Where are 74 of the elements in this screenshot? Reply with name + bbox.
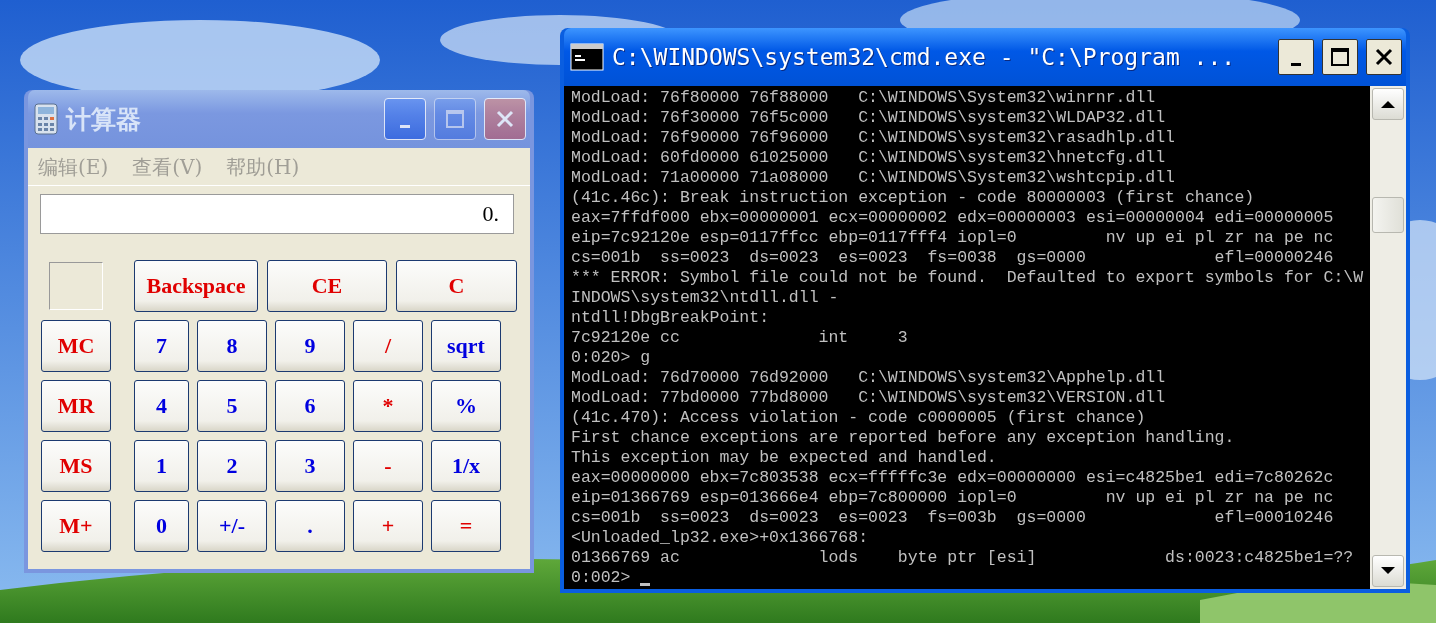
console-icon bbox=[570, 43, 604, 71]
minimize-icon bbox=[400, 124, 410, 128]
console-line: First chance exceptions are reported before any exception handling. bbox=[571, 428, 1235, 448]
window-title: 计算器 bbox=[66, 103, 142, 136]
up-arrow-icon bbox=[1380, 99, 1396, 109]
calculator-key[interactable]: 6 bbox=[275, 380, 345, 432]
console-line: ModLoad: 76f80000 76f88000 C:\WINDOWS\System32\winrnr.dll bbox=[571, 88, 1156, 108]
calculator-key[interactable]: 2 bbox=[197, 440, 267, 492]
down-arrow-icon bbox=[1380, 566, 1396, 576]
console-line: ModLoad: 76d70000 76d92000 C:\WINDOWS\system32\Apphelp.dll bbox=[571, 368, 1166, 388]
calculator-key[interactable]: 0 bbox=[134, 500, 189, 552]
calculator-key[interactable]: MC bbox=[41, 320, 111, 372]
close-icon bbox=[495, 109, 515, 129]
console-line: 7c92120e cc int 3 bbox=[571, 328, 908, 348]
scroll-up-button[interactable] bbox=[1372, 88, 1404, 120]
calculator-key[interactable]: sqrt bbox=[431, 320, 501, 372]
console-line: 0:002> bbox=[571, 568, 631, 588]
minimize-button[interactable] bbox=[1278, 39, 1314, 75]
calculator-key[interactable]: MS bbox=[41, 440, 111, 492]
calculator-key[interactable]: 4 bbox=[134, 380, 189, 432]
maximize-icon bbox=[1330, 47, 1350, 67]
calculator-key[interactable]: 5 bbox=[197, 380, 267, 432]
window-title: C:\WINDOWS\system32\cmd.exe - "C:\Program ... bbox=[612, 44, 1237, 70]
calculator-key[interactable]: * bbox=[353, 380, 423, 432]
calculator-key[interactable]: = bbox=[431, 500, 501, 552]
scroll-down-button[interactable] bbox=[1372, 555, 1404, 587]
calculator-key[interactable]: Backspace bbox=[134, 260, 258, 312]
console-line: INDOWS\system32\ntdll.dll - bbox=[571, 288, 839, 308]
calculator-key[interactable]: + bbox=[353, 500, 423, 552]
console-line: eax=7ffdf000 ebx=00000001 ecx=00000002 edx=00000003 esi=00000004 edi=00000005 bbox=[571, 208, 1334, 228]
console-line: ModLoad: 76f90000 76f96000 C:\WINDOWS\system32\rasadhlp.dll bbox=[571, 128, 1175, 148]
console-line: ModLoad: 76f30000 76f5c000 C:\WINDOWS\system32\WLDAP32.dll bbox=[571, 108, 1166, 128]
calculator-icon bbox=[34, 103, 58, 135]
console-line: 01366769 ac lods byte ptr [esi] ds:0023:c4825be1=?? bbox=[571, 548, 1354, 568]
console-line: ntdll!DbgBreakPoint: bbox=[571, 308, 770, 328]
console-line: This exception may be expected and handled. bbox=[571, 448, 997, 468]
calculator-key[interactable]: 1/x bbox=[431, 440, 501, 492]
console-line: cs=001b ss=0023 ds=0023 es=0023 fs=003b gs=0000 efl=00010246 bbox=[571, 508, 1334, 528]
calculator-key[interactable]: +/- bbox=[197, 500, 267, 552]
calculator-key[interactable]: 9 bbox=[275, 320, 345, 372]
console-line: 0:020> g bbox=[571, 348, 651, 368]
console-line: eip=01366769 esp=013666e4 ebp=7c800000 iopl=0 nv up ei pl zr na pe nc bbox=[571, 488, 1334, 508]
console-line: ModLoad: 71a00000 71a08000 C:\WINDOWS\System32\wshtcpip.dll bbox=[571, 168, 1175, 188]
calculator-key[interactable]: M+ bbox=[41, 500, 111, 552]
console-line: ModLoad: 77bd0000 77bd8000 C:\WINDOWS\system32\VERSION.dll bbox=[571, 388, 1166, 408]
console-line: *** ERROR: Symbol file could not be found. Defaulted to export symbols for C:\W bbox=[571, 268, 1364, 288]
memory-indicator bbox=[49, 262, 103, 310]
calculator-key[interactable]: 8 bbox=[197, 320, 267, 372]
console-line: cs=001b ss=0023 ds=0023 es=0023 fs=0038 gs=0000 efl=00000246 bbox=[571, 248, 1334, 268]
close-button[interactable] bbox=[1366, 39, 1402, 75]
calculator-key[interactable]: 1 bbox=[134, 440, 189, 492]
calculator-key[interactable]: 7 bbox=[134, 320, 189, 372]
console-line: eax=00000000 ebx=7c803538 ecx=fffffc3e edx=00000000 esi=c4825be1 edi=7c80262c bbox=[571, 468, 1334, 488]
minimize-icon bbox=[1291, 62, 1301, 66]
calculator-key[interactable]: CE bbox=[267, 260, 387, 312]
scroll-thumb[interactable] bbox=[1372, 197, 1404, 233]
calculator-key[interactable]: - bbox=[353, 440, 423, 492]
calculator-key[interactable]: MR bbox=[41, 380, 111, 432]
maximize-button[interactable] bbox=[1322, 39, 1358, 75]
console-line: <Unloaded_lp32.exe>+0x1366768: bbox=[571, 528, 869, 548]
calculator-key[interactable]: . bbox=[275, 500, 345, 552]
console-line: ModLoad: 60fd0000 61025000 C:\WINDOWS\system32\hnetcfg.dll bbox=[571, 148, 1166, 168]
calculator-key[interactable]: / bbox=[353, 320, 423, 372]
calculator-key[interactable]: C bbox=[396, 260, 517, 312]
console-line: eip=7c92120e esp=0117ffcc ebp=0117fff4 iopl=0 nv up ei pl zr na pe nc bbox=[571, 228, 1334, 248]
maximize-icon bbox=[445, 109, 465, 129]
calculator-key[interactable]: 3 bbox=[275, 440, 345, 492]
close-icon bbox=[1374, 47, 1394, 67]
console-line: (41c.46c): Break instruction exception - code 80000003 (first chance) bbox=[571, 188, 1255, 208]
display-field: 0. bbox=[40, 194, 514, 234]
scrollbar[interactable] bbox=[1370, 86, 1406, 589]
text-cursor bbox=[640, 582, 651, 586]
console-line: (41c.470): Access violation - code c0000005 (first chance) bbox=[571, 408, 1146, 428]
calculator-key[interactable]: % bbox=[431, 380, 501, 432]
